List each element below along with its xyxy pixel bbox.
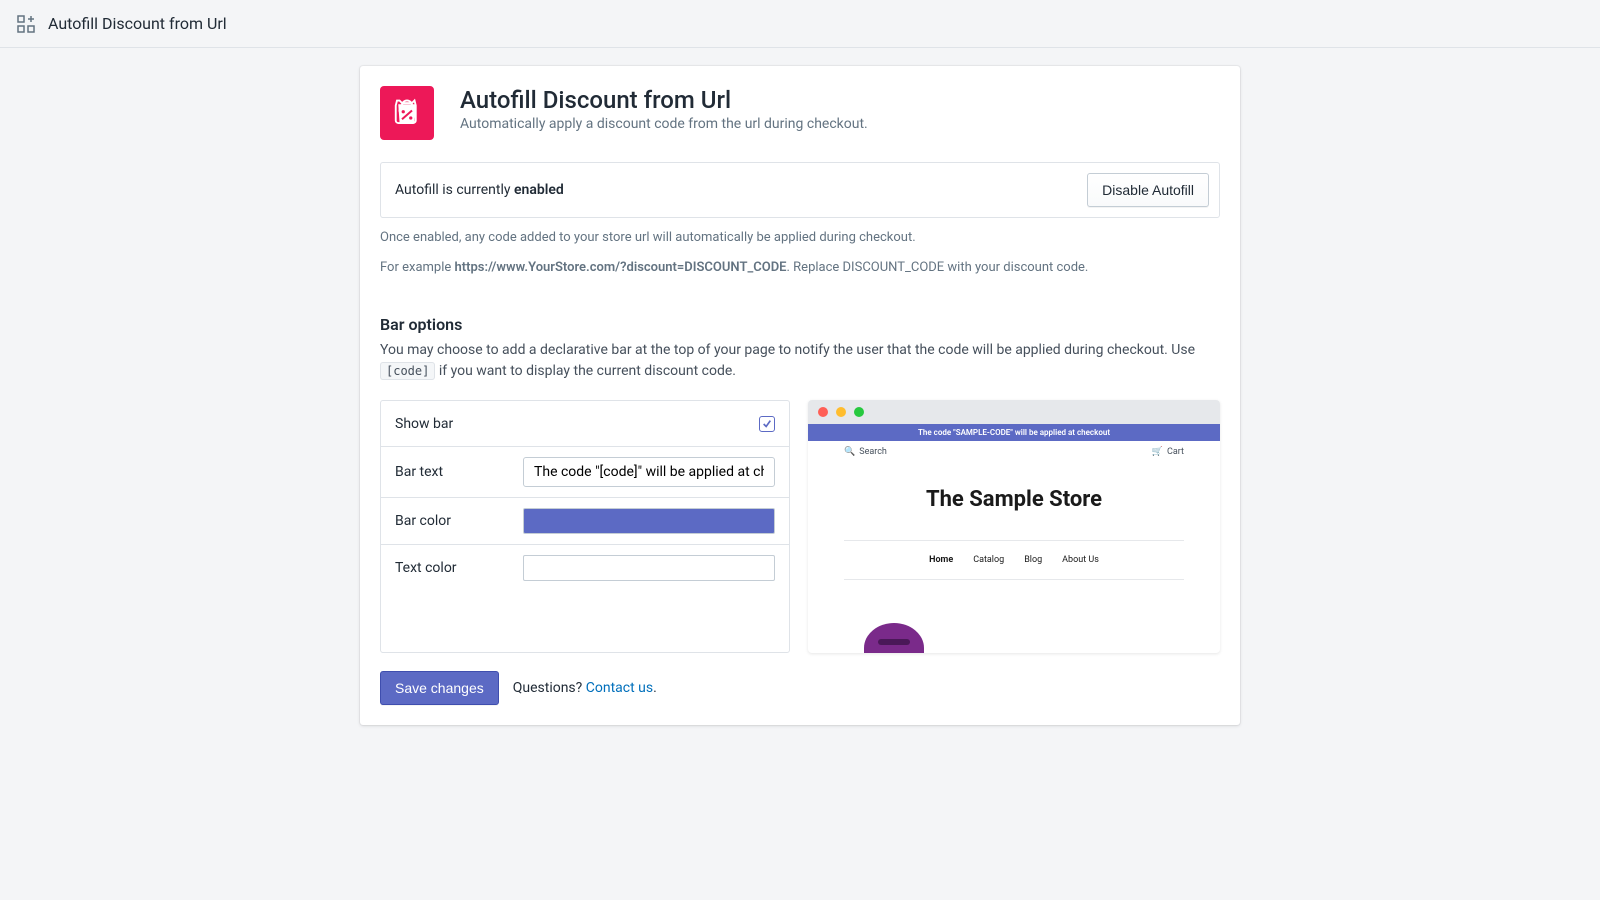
bar-text-input[interactable] — [523, 457, 775, 487]
status-state: enabled — [514, 182, 564, 198]
bar-color-input[interactable] — [523, 508, 775, 534]
top-bar-title: Autofill Discount from Url — [48, 14, 227, 33]
preview-tabs: Home Catalog Blog About Us — [808, 555, 1220, 565]
search-icon: 🔍 — [844, 447, 855, 457]
show-bar-label: Show bar — [395, 416, 523, 432]
preview-search-label: Search — [859, 447, 887, 457]
help-text-2: For example https://www.YourStore.com/?d… — [380, 258, 1220, 278]
main-card: Autofill Discount from Url Automatically… — [360, 66, 1240, 725]
code-tag: [code] — [380, 362, 435, 380]
preview-tab-catalog: Catalog — [973, 555, 1004, 565]
mac-minimize-icon — [836, 407, 846, 417]
status-card: Autofill is currently enabled Disable Au… — [380, 162, 1220, 218]
mac-close-icon — [818, 407, 828, 417]
bar-color-label: Bar color — [395, 513, 523, 529]
preview-tab-home: Home — [929, 555, 953, 565]
preview-panel: The code "SAMPLE-CODE" will be applied a… — [808, 400, 1220, 653]
status-text: Autofill is currently enabled — [395, 182, 564, 198]
top-bar: Autofill Discount from Url — [0, 0, 1600, 48]
cart-icon: 🛒 — [1152, 447, 1163, 457]
preview-nav: 🔍 Search 🛒 Cart — [808, 441, 1220, 463]
footer-text: Questions? Contact us. — [513, 680, 657, 696]
app-title: Autofill Discount from Url — [460, 86, 868, 114]
preview-tab-about: About Us — [1062, 555, 1099, 565]
apps-grid-icon — [16, 14, 36, 34]
help-text-1: Once enabled, any code added to your sto… — [380, 228, 1220, 248]
preview-cart-label: Cart — [1167, 447, 1184, 457]
mac-titlebar — [808, 400, 1220, 424]
app-header: Autofill Discount from Url Automatically… — [380, 86, 1220, 140]
bar-options-title: Bar options — [380, 315, 1220, 334]
text-color-input[interactable] — [523, 555, 775, 581]
show-bar-checkbox[interactable] — [759, 416, 775, 432]
preview-product-image — [864, 623, 924, 653]
options-table: Show bar Bar text Bar color — [380, 400, 790, 653]
contact-us-link[interactable]: Contact us — [586, 680, 653, 696]
mac-zoom-icon — [854, 407, 864, 417]
footer-row: Save changes Questions? Contact us. — [380, 671, 1220, 705]
app-subtitle: Automatically apply a discount code from… — [460, 116, 868, 132]
app-logo-icon — [380, 86, 434, 140]
save-changes-button[interactable]: Save changes — [380, 671, 499, 705]
text-color-label: Text color — [395, 560, 523, 576]
preview-tab-blog: Blog — [1024, 555, 1042, 565]
preview-store-name: The Sample Store — [808, 487, 1220, 512]
status-prefix: Autofill is currently — [395, 182, 514, 198]
bar-options-desc: You may choose to add a declarative bar … — [380, 340, 1220, 382]
preview-discount-bar: The code "SAMPLE-CODE" will be applied a… — [808, 424, 1220, 441]
disable-autofill-button[interactable]: Disable Autofill — [1087, 173, 1209, 207]
bar-text-label: Bar text — [395, 464, 523, 480]
